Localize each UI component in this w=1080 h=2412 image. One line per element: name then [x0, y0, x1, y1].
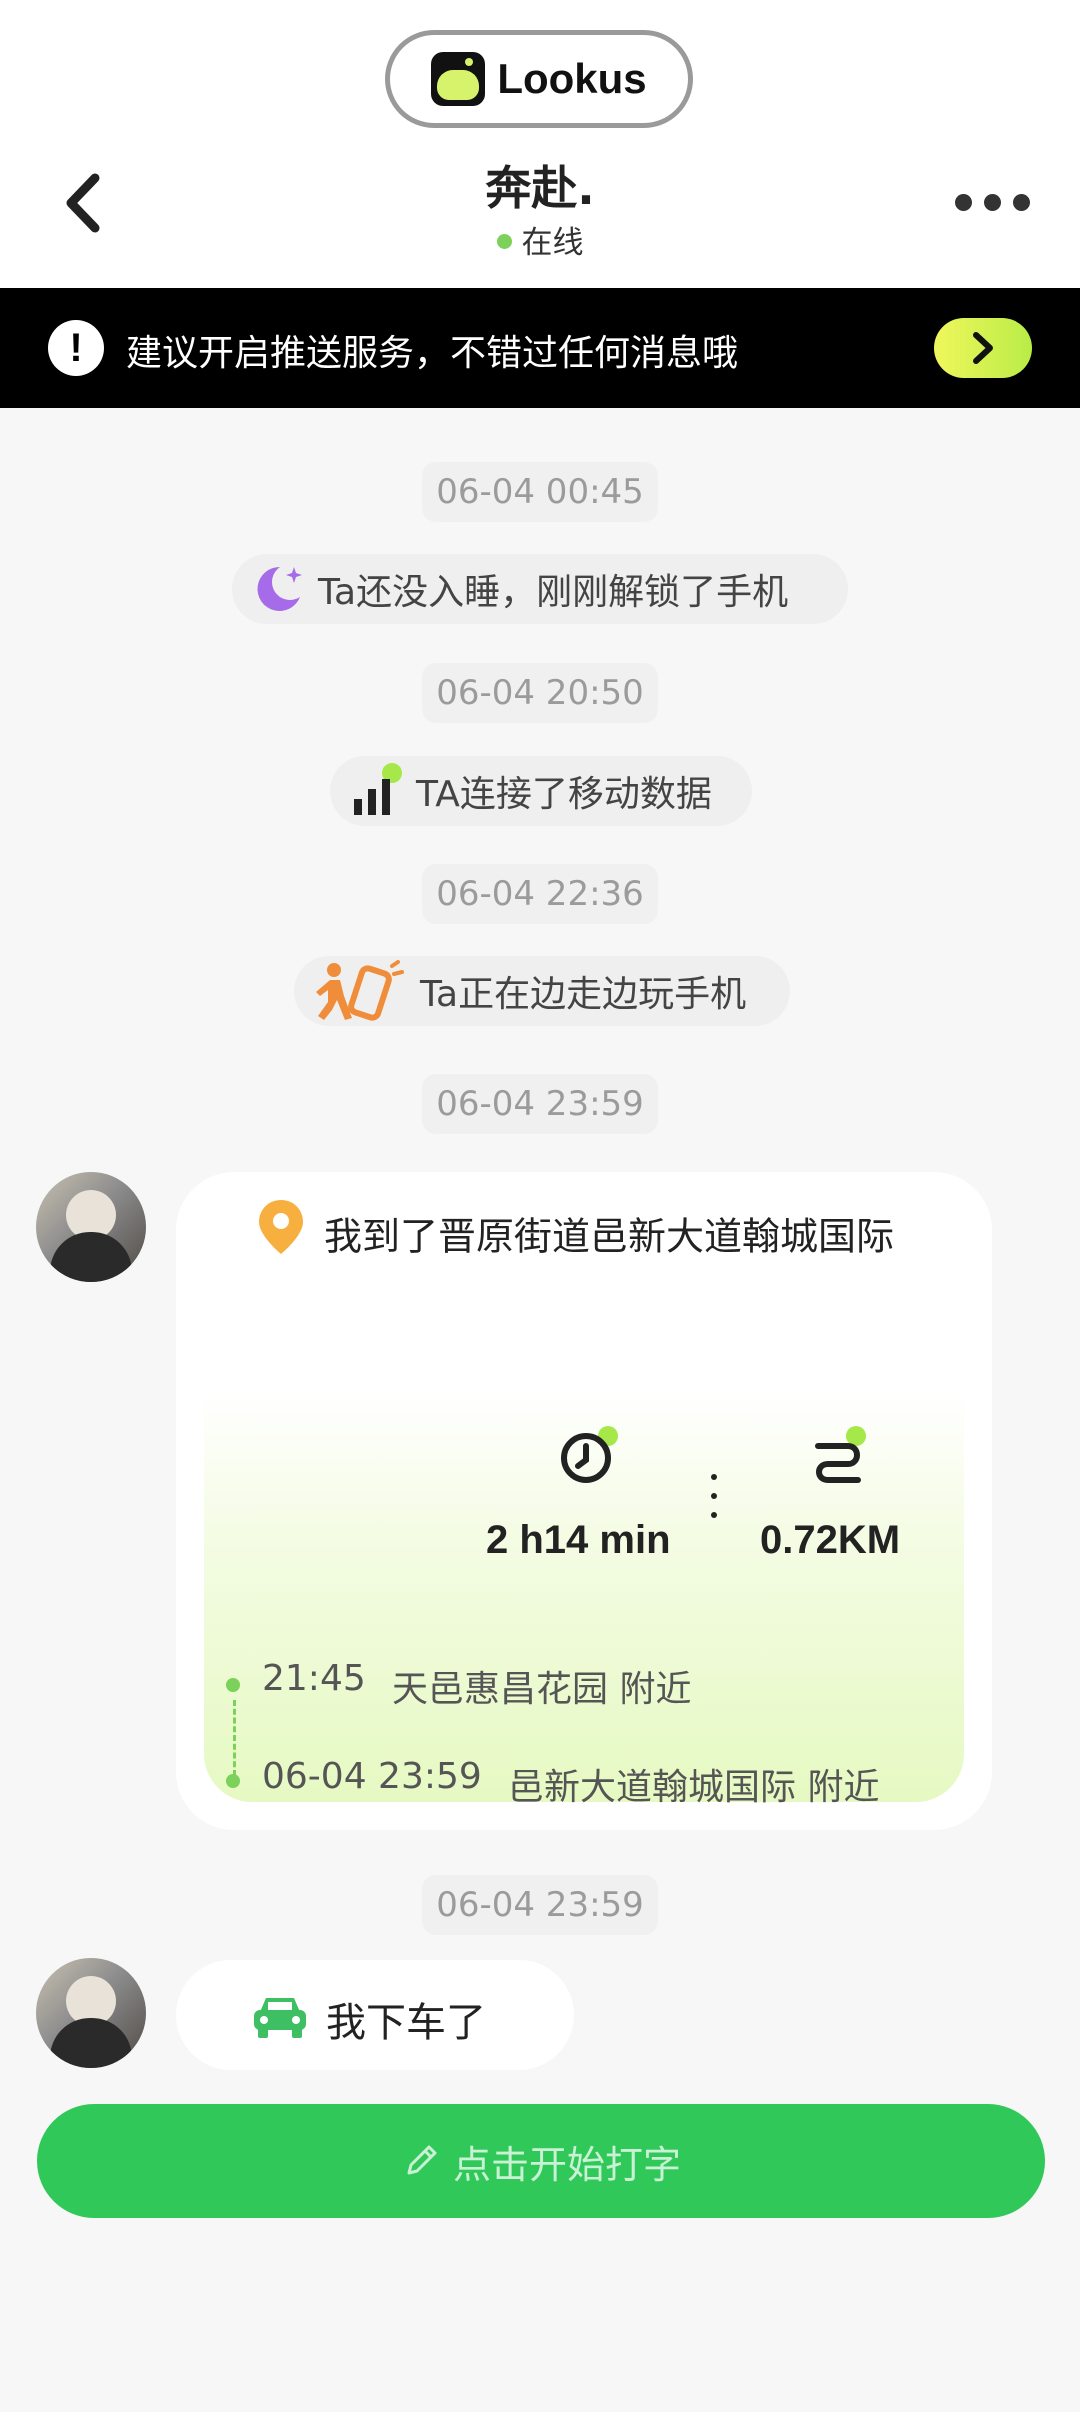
start-typing-button[interactable]: 点击开始打字: [37, 2104, 1045, 2218]
location-text-row: 我到了晋原街道邑新大道翰城国际: [256, 1200, 896, 1276]
end-place: 邑新大道翰城国际 附近: [508, 1767, 880, 1808]
car-message-text: 我下车了: [326, 2000, 486, 2046]
start-typing-label: 点击开始打字: [452, 2142, 681, 2187]
brand-name: Lookus: [497, 55, 647, 102]
timestamp: 06-04 23:59: [0, 1875, 1080, 1935]
signal-icon: [354, 763, 402, 815]
event-text: Ta正在边走边玩手机: [420, 974, 747, 1015]
end-time: 06-04 23:59: [262, 1756, 482, 1797]
page-title: 奔赴.: [485, 161, 595, 215]
moon-icon: [257, 566, 302, 611]
track-end-dot: [226, 1774, 240, 1788]
banner-go-button[interactable]: [934, 318, 1032, 378]
timer-icon: [556, 1424, 620, 1492]
timestamp: 06-04 20:50: [0, 663, 1080, 723]
header: Lookus 奔赴. 在线: [0, 0, 1080, 288]
chevron-right-icon: [973, 332, 993, 364]
timestamp: 06-04 00:45: [0, 462, 1080, 522]
more-icon: [955, 194, 972, 211]
more-icon-dot: [1013, 194, 1030, 211]
event-mobile-data: TA连接了移动数据: [330, 756, 752, 826]
pencil-icon: [407, 2145, 437, 2175]
location-pin-icon: [256, 1198, 306, 1272]
alert-icon: !: [48, 320, 104, 376]
start-time: 21:45: [262, 1658, 366, 1699]
track-line: [233, 1700, 236, 1776]
avatar[interactable]: [36, 1172, 146, 1282]
timestamp-label: 06-04 00:45: [422, 462, 658, 522]
car-message-bubble[interactable]: 我下车了: [176, 1960, 574, 2070]
online-dot: [496, 234, 512, 249]
timestamp: 06-04 22:36: [0, 864, 1080, 924]
car-icon: [254, 1998, 306, 2038]
event-sleep-unlock: Ta还没入睡，刚刚解锁了手机: [232, 554, 848, 624]
timestamp-label: 06-04 23:59: [422, 1875, 658, 1935]
track-start-dot: [226, 1678, 240, 1692]
avatar[interactable]: [36, 1958, 146, 2068]
duration-value: 2 h14 min: [486, 1518, 671, 1562]
route-icon: [808, 1424, 872, 1492]
location-card[interactable]: 我到了晋原街道邑新大道翰城国际: [176, 1172, 992, 1830]
banner-text: 建议开启推送服务，不错过任何消息哦: [126, 333, 739, 374]
more-icon-dot: [984, 194, 1001, 211]
timestamp-label: 06-04 22:36: [422, 864, 658, 924]
event-text: Ta还没入睡，刚刚解锁了手机: [318, 572, 789, 613]
brand-logo: [431, 52, 486, 106]
walking-phone-icon: [316, 960, 404, 1021]
more-button[interactable]: [955, 190, 1035, 215]
brand-pill: Lookus: [385, 30, 693, 128]
push-notification-banner[interactable]: ! 建议开启推送服务，不错过任何消息哦: [0, 288, 1080, 408]
event-text: TA连接了移动数据: [416, 774, 712, 815]
location-text: 我到了晋原街道邑新大道翰城国际: [324, 1214, 895, 1259]
timestamp-label: 06-04 20:50: [422, 663, 658, 723]
online-status-label: 在线: [521, 225, 584, 261]
start-place: 天邑惠昌花园 附近: [392, 1669, 692, 1710]
event-walking-phone: Ta正在边走边玩手机: [294, 956, 790, 1026]
timestamp: 06-04 23:59: [0, 1074, 1080, 1134]
distance-value: 0.72KM: [760, 1518, 901, 1562]
stats-divider: [711, 1474, 717, 1530]
online-status: 在线: [0, 217, 1080, 262]
timestamp-label: 06-04 23:59: [422, 1074, 658, 1134]
